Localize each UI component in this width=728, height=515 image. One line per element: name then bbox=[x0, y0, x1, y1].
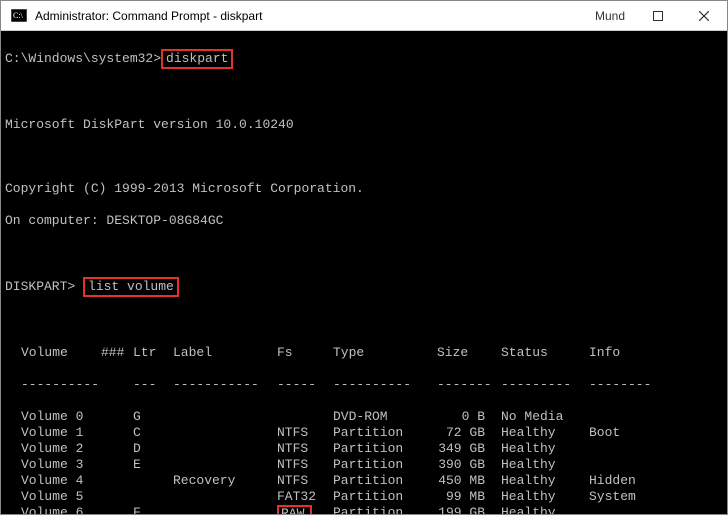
table-row: Volume 0GDVD-ROM0 BNo Media bbox=[5, 409, 727, 425]
fs-raw-highlight: RAW bbox=[277, 505, 312, 514]
version-line: Microsoft DiskPart version 10.0.10240 bbox=[5, 117, 727, 133]
console-output[interactable]: C:\Windows\system32>diskpart Microsoft D… bbox=[1, 31, 727, 514]
blank-line bbox=[5, 85, 727, 101]
close-button[interactable] bbox=[681, 1, 727, 30]
window: C:\ Administrator: Command Prompt - disk… bbox=[0, 0, 728, 515]
table-row: Volume 5FAT32Partition99 MBHealthySystem bbox=[5, 489, 727, 505]
prompt-path: C:\Windows\system32> bbox=[5, 51, 161, 66]
cmd-list-volume: list volume bbox=[83, 277, 179, 297]
table-row: Volume 3ENTFSPartition390 GBHealthy bbox=[5, 457, 727, 473]
extra-label: Mund bbox=[595, 1, 635, 30]
copyright-line: Copyright (C) 1999-2013 Microsoft Corpor… bbox=[5, 181, 727, 197]
blank-line bbox=[5, 245, 727, 261]
table-row: Volume 6FRAWPartition199 GBHealthy bbox=[5, 505, 727, 514]
window-title: Administrator: Command Prompt - diskpart bbox=[35, 9, 595, 23]
maximize-button[interactable] bbox=[635, 1, 681, 30]
computer-line: On computer: DESKTOP-08G84GC bbox=[5, 213, 727, 229]
table-divider: ----------------------------------------… bbox=[5, 377, 727, 393]
diskpart-prompt: DISKPART> bbox=[5, 279, 83, 294]
titlebar: C:\ Administrator: Command Prompt - disk… bbox=[1, 1, 727, 31]
cmd-diskpart: diskpart bbox=[161, 49, 233, 69]
blank-line bbox=[5, 313, 727, 329]
table-row: Volume 1CNTFSPartition72 GBHealthyBoot bbox=[5, 425, 727, 441]
blank-line bbox=[5, 149, 727, 165]
table-row: Volume 2DNTFSPartition349 GBHealthy bbox=[5, 441, 727, 457]
svg-text:C:\: C:\ bbox=[13, 11, 24, 20]
window-controls: Mund bbox=[595, 1, 727, 30]
table-row: Volume 4RecoveryNTFSPartition450 MBHealt… bbox=[5, 473, 727, 489]
cmd-icon: C:\ bbox=[9, 8, 29, 24]
table-header: Volume###LtrLabelFsTypeSizeStatusInfo bbox=[5, 345, 727, 361]
